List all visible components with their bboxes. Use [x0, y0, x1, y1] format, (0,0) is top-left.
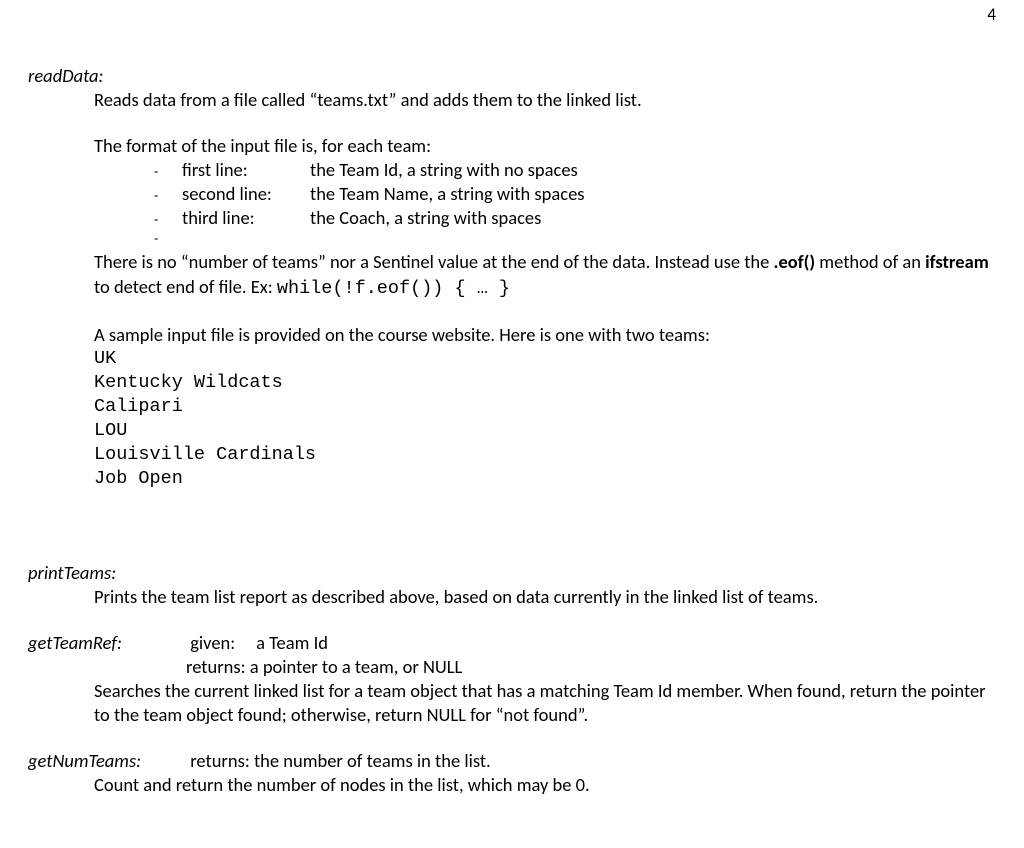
readdata-desc: Reads data from a file called “teams.txt… — [94, 88, 996, 112]
getteamref-given-value: a Team Id — [256, 631, 328, 654]
sentinel-pre: There is no “number of teams” nor a Sent… — [94, 250, 774, 273]
printteams-desc: Prints the team list report as described… — [94, 585, 996, 609]
format-label: first line: — [182, 158, 310, 182]
sample-line-6: Job Open — [94, 467, 996, 491]
bullet-dash-icon: - — [154, 211, 182, 229]
getteamref-given-row: getTeamRef: given: a Team Id — [28, 631, 996, 655]
getnumteams-returns: returns: the number of teams in the list… — [190, 749, 491, 772]
getteamref-body: Searches the current linked list for a t… — [94, 679, 996, 727]
format-line-1: - first line: the Team Id, a string with… — [154, 158, 996, 182]
format-label: third line: — [182, 206, 310, 230]
document-page: 4 readData: Reads data from a file calle… — [0, 0, 1024, 817]
sample-line-3: Calipari — [94, 395, 996, 419]
sample-line-5: Louisville Cardinals — [94, 443, 996, 467]
format-desc: the Team Name, a string with spaces — [310, 182, 585, 206]
getteamref-given-label: given: — [190, 631, 235, 654]
bullet-dash-icon: - — [154, 230, 182, 248]
getnumteams-row: getNumTeams: returns: the number of team… — [28, 749, 996, 773]
sentinel-mid: method of an — [815, 250, 925, 273]
section-title-getnumteams: getNumTeams: — [28, 749, 186, 773]
getteamref-returns-row: returns: a pointer to a team, or NULL — [186, 655, 996, 679]
sample-line-4: LOU — [94, 419, 996, 443]
sentinel-eof: .eof() — [774, 250, 816, 273]
sentinel-after: to detect end of file. Ex: — [94, 275, 277, 298]
format-lines: - first line: the Team Id, a string with… — [154, 158, 996, 248]
sample-intro: A sample input file is provided on the c… — [94, 323, 996, 347]
section-title-readdata: readData: — [28, 64, 996, 88]
bullet-dash-icon: - — [154, 163, 182, 181]
sample-line-2: Kentucky Wildcats — [94, 371, 996, 395]
getteamref-returns-value: a pointer to a team, or NULL — [250, 655, 463, 678]
format-line-3: - third line: the Coach, a string with s… — [154, 206, 996, 230]
bullet-dash-icon: - — [154, 187, 182, 205]
sample-line-1: UK — [94, 347, 996, 371]
section-title-printteams: printTeams: — [28, 561, 996, 585]
section-title-getteamref: getTeamRef: — [28, 631, 186, 655]
format-line-2: - second line: the Team Name, a string w… — [154, 182, 996, 206]
getnumteams-body: Count and return the number of nodes in … — [94, 773, 996, 797]
format-intro: The format of the input file is, for eac… — [94, 134, 996, 158]
sentinel-paragraph: There is no “number of teams” nor a Sent… — [94, 250, 996, 300]
page-number: 4 — [28, 0, 1000, 24]
format-desc: the Coach, a string with spaces — [310, 206, 541, 230]
format-label: second line: — [182, 182, 310, 206]
sentinel-ifstream: ifstream — [925, 250, 989, 273]
getteamref-returns-label: returns: — [186, 655, 246, 678]
format-desc: the Team Id, a string with no spaces — [310, 158, 578, 182]
format-line-empty: - — [154, 230, 996, 248]
sentinel-code: while(!f.eof()) { … } — [277, 278, 510, 299]
